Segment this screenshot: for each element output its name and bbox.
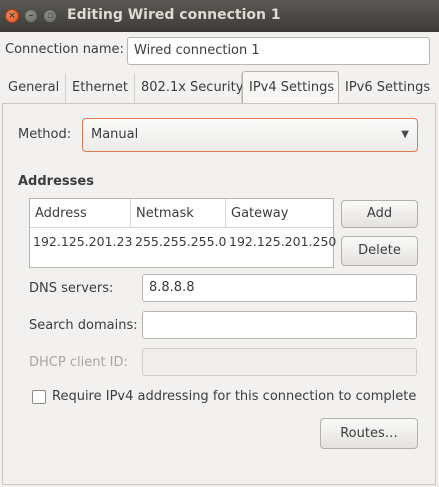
maximize-window-button[interactable]: ▫ [43, 9, 57, 23]
close-window-button[interactable]: × [5, 9, 19, 23]
tab-general[interactable]: General [2, 73, 66, 103]
netmask-cell[interactable]: 255.255.255.0 [135, 230, 226, 254]
window-title: Editing Wired connection 1 [67, 7, 281, 23]
dns-servers-input[interactable]: 8.8.8.8 [142, 274, 417, 302]
delete-button[interactable]: Delete [341, 236, 418, 266]
title-bar: × – ▫ Editing Wired connection 1 [0, 0, 439, 32]
method-value: Manual [91, 127, 139, 142]
connection-name-label: Connection name: [5, 42, 124, 57]
addresses-heading: Addresses [18, 174, 94, 189]
address-cell[interactable]: 192.125.201.23 [33, 230, 132, 254]
dns-servers-label: DNS servers: [29, 281, 114, 296]
addresses-table[interactable]: Address Netmask Gateway 192.125.201.23 2… [29, 198, 336, 268]
tab-ethernet[interactable]: Ethernet [66, 73, 135, 103]
gateway-cell[interactable]: 192.125.201.250 [229, 230, 336, 254]
column-header-netmask[interactable]: Netmask [131, 199, 226, 228]
method-label: Method: [18, 127, 72, 142]
search-domains-input[interactable] [142, 311, 417, 339]
tab-ipv6-settings[interactable]: IPv6 Settings [339, 73, 435, 103]
dhcp-client-id-input [142, 348, 417, 376]
connection-name-input[interactable]: Wired connection 1 [127, 37, 430, 65]
search-domains-label: Search domains: [29, 318, 138, 333]
routes-button[interactable]: Routes… [320, 418, 418, 449]
column-header-gateway[interactable]: Gateway [226, 199, 333, 228]
tab-ipv4-settings[interactable]: IPv4 Settings [242, 71, 339, 103]
chevron-down-icon: ▼ [401, 129, 409, 140]
add-button[interactable]: Add [341, 200, 418, 228]
dhcp-client-id-label: DHCP client ID: [29, 355, 128, 370]
require-ipv4-label[interactable]: Require IPv4 addressing for this connect… [52, 389, 416, 404]
column-header-address[interactable]: Address [30, 199, 131, 228]
require-ipv4-checkbox[interactable] [32, 390, 46, 404]
tab-8021x-security[interactable]: 802.1x Security [135, 73, 243, 103]
method-dropdown[interactable]: Manual ▼ [82, 118, 418, 152]
minimize-window-button[interactable]: – [24, 9, 38, 23]
